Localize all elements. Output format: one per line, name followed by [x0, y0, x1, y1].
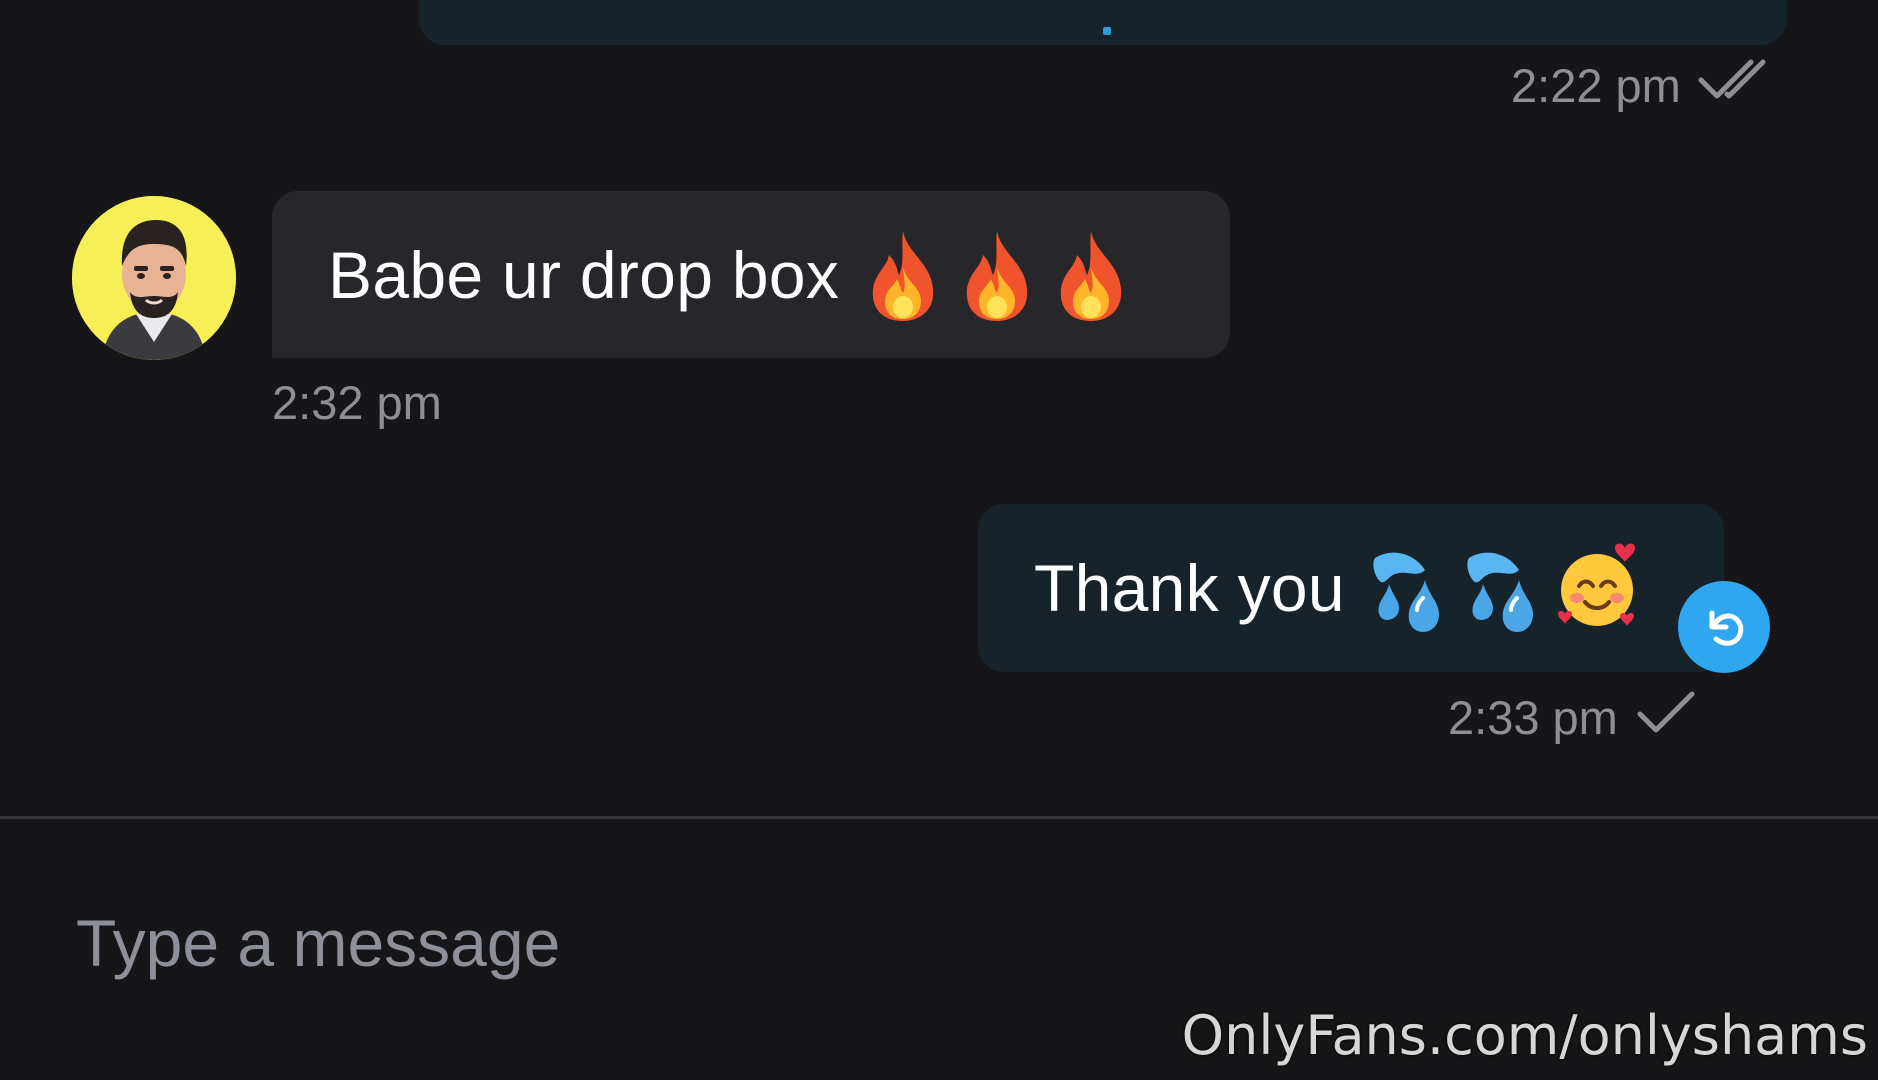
message-timestamp: 2:33 pm — [1448, 690, 1698, 745]
single-check-icon — [1634, 690, 1698, 745]
message-timestamp: 2:22 pm — [1511, 58, 1769, 113]
reply-button[interactable] — [1678, 581, 1770, 673]
message-text: Babe ur drop box — [328, 237, 840, 312]
incoming-message-bubble[interactable]: Babe ur drop box — [272, 191, 1230, 358]
timestamp-text: 2:33 pm — [1448, 691, 1618, 744]
message-fragment — [1103, 27, 1111, 35]
fire-emoji — [966, 230, 1028, 321]
sweat-droplets-emoji — [1467, 552, 1533, 632]
timestamp-text: 2:22 pm — [1511, 59, 1681, 112]
timestamp-text: 2:32 pm — [272, 376, 442, 429]
watermark-text: OnlyFans.com/onlyshams — [1181, 1004, 1868, 1067]
double-check-icon — [1697, 58, 1769, 113]
bitmoji-avatar-icon — [72, 196, 236, 360]
emoji-group — [1367, 540, 1639, 636]
message-input[interactable] — [76, 895, 1176, 991]
avatar[interactable] — [72, 196, 236, 360]
message-text: Thank you — [1034, 551, 1345, 625]
fire-emoji — [1060, 230, 1122, 321]
outgoing-message-bubble[interactable]: Thank you — [978, 504, 1724, 672]
outgoing-message-bubble[interactable] — [419, 0, 1787, 45]
smiling-face-with-hearts-emoji — [1557, 543, 1635, 626]
sweat-droplets-emoji — [1373, 552, 1439, 632]
fire-emoji — [872, 230, 934, 321]
reply-icon — [1709, 610, 1744, 646]
emoji-group — [861, 227, 1133, 323]
message-timestamp: 2:32 pm — [272, 375, 442, 430]
